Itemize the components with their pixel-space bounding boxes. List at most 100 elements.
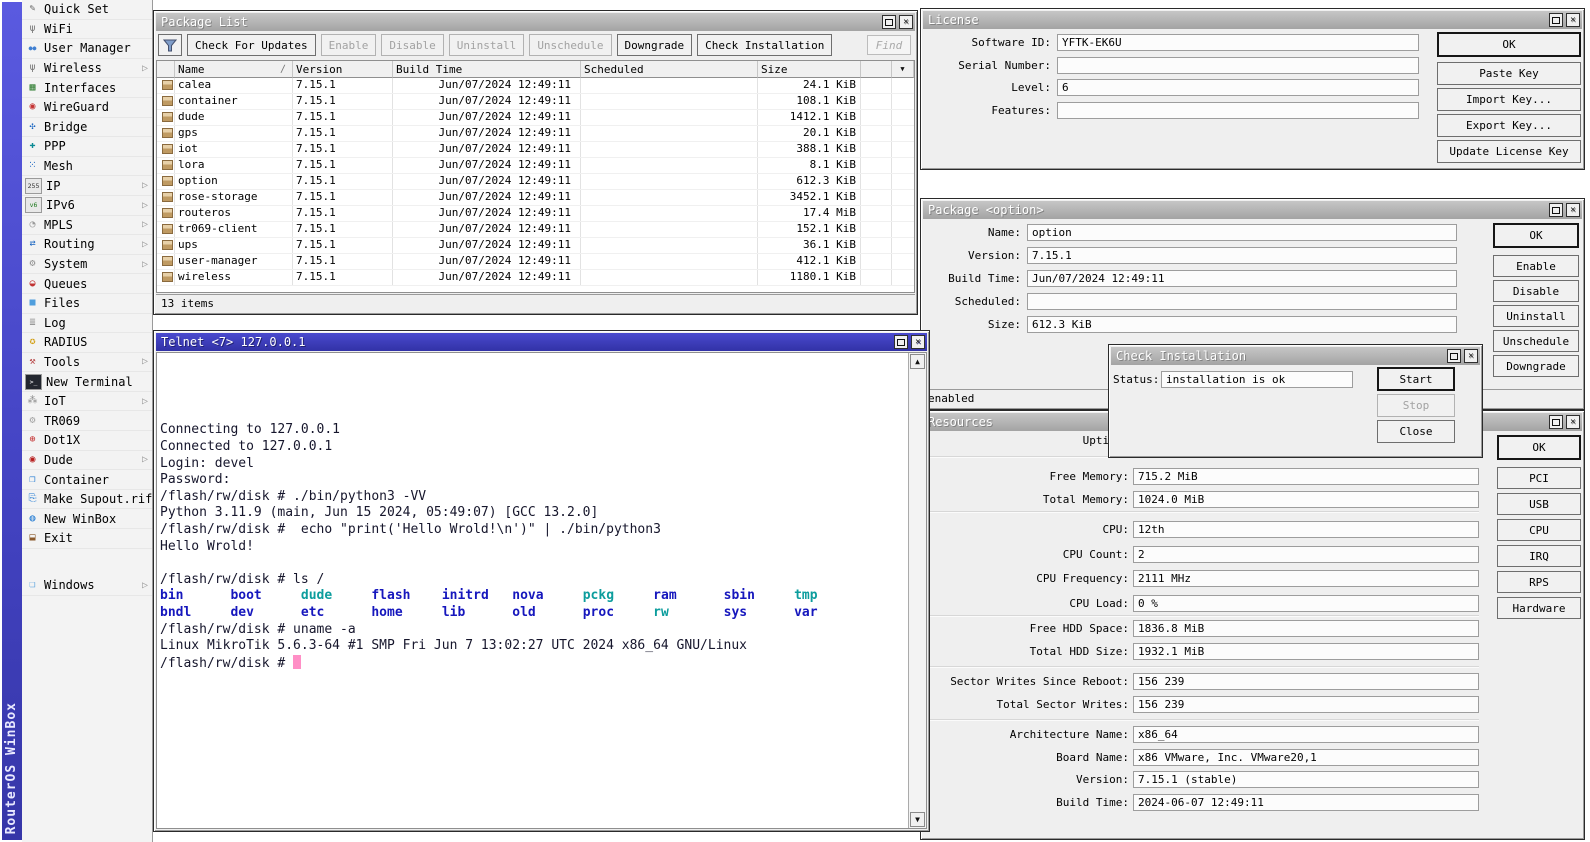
field-input-size[interactable]: 612.3 KiB <box>1027 316 1457 333</box>
package-list-titlebar[interactable]: Package List ✕ <box>156 13 915 31</box>
table-row-calea[interactable]: calea7.15.1Jun/07/2024 12:49:1124.1 KiB <box>157 78 914 94</box>
maximize-icon[interactable] <box>1549 415 1563 429</box>
field-input-sector-writes-since-reboot[interactable]: 156 239 <box>1133 673 1479 690</box>
sidebar-item-queues[interactable]: ◒Queues <box>22 274 152 294</box>
column-header-version[interactable]: Version <box>293 61 393 78</box>
column-header-build-time[interactable]: Build Time <box>393 61 581 78</box>
column-header-blank[interactable] <box>861 61 892 78</box>
terminal-area[interactable]: Connecting to 127.0.0.1Connected to 127.… <box>156 352 927 829</box>
sidebar-item-mpls[interactable]: ◔MPLS▷ <box>22 216 152 236</box>
package-option-titlebar[interactable]: Package <option> ✕ <box>923 201 1582 219</box>
cpu-button[interactable]: CPU <box>1497 519 1581 541</box>
field-input-free-memory[interactable]: 715.2 MiB <box>1133 468 1479 485</box>
table-row-rose-storage[interactable]: rose-storage7.15.1Jun/07/2024 12:49:1134… <box>157 190 914 206</box>
filter-button[interactable] <box>158 34 182 56</box>
sidebar-item-mesh[interactable]: ⁙Mesh <box>22 157 152 177</box>
column-header-scheduled[interactable]: Scheduled <box>581 61 758 78</box>
usb-button[interactable]: USB <box>1497 493 1581 515</box>
field-input-status[interactable]: installation is ok <box>1161 371 1353 388</box>
close-icon[interactable]: ✕ <box>911 335 925 349</box>
enable-button[interactable]: Enable <box>1493 255 1579 277</box>
field-input-name[interactable]: option <box>1027 224 1457 241</box>
field-input-version[interactable]: 7.15.1 <box>1027 247 1457 264</box>
close-icon[interactable]: ✕ <box>1566 203 1580 217</box>
check-installation-button[interactable]: Check Installation <box>697 34 832 56</box>
uninstall-button[interactable]: Uninstall <box>449 34 525 56</box>
field-input-scheduled[interactable] <box>1027 293 1457 310</box>
sidebar-item-files[interactable]: ■Files <box>22 294 152 314</box>
field-input-cpu[interactable]: 12th <box>1133 521 1479 538</box>
sidebar-item-dude[interactable]: ◉Dude▷ <box>22 451 152 471</box>
scroll-down-icon[interactable]: ▼ <box>910 812 925 827</box>
close-icon[interactable]: ✕ <box>1566 415 1580 429</box>
field-input-architecture-name[interactable]: x86_64 <box>1133 726 1479 743</box>
disable-button[interactable]: Disable <box>1493 280 1579 302</box>
downgrade-button[interactable]: Downgrade <box>1493 355 1579 377</box>
field-input-level[interactable]: 6 <box>1057 79 1419 96</box>
field-input-cpu-frequency[interactable]: 2111 MHz <box>1133 570 1479 587</box>
field-input-build-time[interactable]: 2024-06-07 12:49:11 <box>1133 794 1479 811</box>
sidebar-item-new-winbox[interactable]: ◍New WinBox <box>22 509 152 529</box>
maximize-icon[interactable] <box>882 15 896 29</box>
ok-button[interactable]: OK <box>1493 223 1579 248</box>
ok-button[interactable]: OK <box>1497 435 1581 460</box>
sidebar-item-user-manager[interactable]: ●●User Manager <box>22 39 152 59</box>
sidebar-item-bridge[interactable]: ✣Bridge <box>22 118 152 138</box>
sidebar-item-log[interactable]: ≣Log <box>22 314 152 334</box>
hardware-button[interactable]: Hardware <box>1497 597 1581 619</box>
sidebar-item-ip[interactable]: 255IP▷ <box>22 176 152 196</box>
column-header-size[interactable]: Size <box>758 61 861 78</box>
telnet-titlebar[interactable]: Telnet <7> 127.0.0.1 ✕ <box>156 333 927 351</box>
column-header-blank[interactable] <box>157 61 175 78</box>
find-button[interactable]: Find <box>867 35 911 55</box>
license-titlebar[interactable]: License ✕ <box>923 11 1582 29</box>
table-row-wireless[interactable]: wireless7.15.1Jun/07/2024 12:49:111180.1… <box>157 270 914 286</box>
close-button[interactable]: Close <box>1377 420 1455 443</box>
table-row-routeros[interactable]: routeros7.15.1Jun/07/2024 12:49:1117.4 M… <box>157 206 914 222</box>
paste-key-button[interactable]: Paste Key <box>1437 62 1581 85</box>
sidebar-item-dot1x[interactable]: ⊕Dot1X <box>22 431 152 451</box>
table-row-ups[interactable]: ups7.15.1Jun/07/2024 12:49:1136.1 KiB <box>157 238 914 254</box>
terminal-scrollbar[interactable]: ▲ ▼ <box>908 353 926 828</box>
sidebar-item-iot[interactable]: ⁂IoT▷ <box>22 392 152 412</box>
scroll-up-icon[interactable]: ▲ <box>910 354 925 369</box>
sidebar-item-radius[interactable]: ✪RADIUS <box>22 333 152 353</box>
start-button[interactable]: Start <box>1377 367 1455 391</box>
sidebar-item-ppp[interactable]: ✚PPP <box>22 137 152 157</box>
maximize-icon[interactable] <box>894 335 908 349</box>
irq-button[interactable]: IRQ <box>1497 545 1581 567</box>
field-input-total-hdd-size[interactable]: 1932.1 MiB <box>1133 643 1479 660</box>
table-row-lora[interactable]: lora7.15.1Jun/07/2024 12:49:118.1 KiB <box>157 158 914 174</box>
rps-button[interactable]: RPS <box>1497 571 1581 593</box>
field-input-build-time[interactable]: Jun/07/2024 12:49:11 <box>1027 270 1457 287</box>
sidebar-item-tools[interactable]: ⚒Tools▷ <box>22 353 152 373</box>
field-input-features[interactable] <box>1057 102 1419 119</box>
table-row-option[interactable]: option7.15.1Jun/07/2024 12:49:11612.3 Ki… <box>157 174 914 190</box>
sidebar-item-ipv6[interactable]: v6IPv6▷ <box>22 196 152 216</box>
sidebar-item-tr069[interactable]: ⚙TR069 <box>22 411 152 431</box>
close-icon[interactable]: ✕ <box>1566 13 1580 27</box>
pci-button[interactable]: PCI <box>1497 467 1581 489</box>
field-input-cpu-load[interactable]: 0 % <box>1133 595 1479 612</box>
close-icon[interactable]: ✕ <box>899 15 913 29</box>
field-input-total-memory[interactable]: 1024.0 MiB <box>1133 491 1479 508</box>
table-row-gps[interactable]: gps7.15.1Jun/07/2024 12:49:1120.1 KiB <box>157 126 914 142</box>
column-menu-button[interactable]: ▼ <box>892 61 914 78</box>
column-header-name[interactable]: Name∕ <box>175 61 293 78</box>
ok-button[interactable]: OK <box>1437 32 1581 57</box>
sidebar-item-windows[interactable]: ❏Windows▷ <box>22 576 152 596</box>
check-installation-titlebar[interactable]: Check Installation ✕ <box>1111 347 1480 365</box>
table-row-container[interactable]: container7.15.1Jun/07/2024 12:49:11108.1… <box>157 94 914 110</box>
field-input-cpu-count[interactable]: 2 <box>1133 546 1479 563</box>
export-key-button[interactable]: Export Key... <box>1437 114 1581 137</box>
enable-button[interactable]: Enable <box>321 34 377 56</box>
sidebar-item-wireguard[interactable]: ◉WireGuard <box>22 98 152 118</box>
uninstall-button[interactable]: Uninstall <box>1493 305 1579 327</box>
sidebar-item-interfaces[interactable]: ▦Interfaces <box>22 78 152 98</box>
stop-button[interactable]: Stop <box>1377 394 1455 417</box>
sidebar-item-system[interactable]: ⚙System▷ <box>22 255 152 275</box>
field-input-version[interactable]: 7.15.1 (stable) <box>1133 771 1479 788</box>
sidebar-item-quick-set[interactable]: ✎Quick Set <box>22 0 152 20</box>
field-input-board-name[interactable]: x86 VMware, Inc. VMware20,1 <box>1133 749 1479 766</box>
unschedule-button[interactable]: Unschedule <box>1493 330 1579 352</box>
